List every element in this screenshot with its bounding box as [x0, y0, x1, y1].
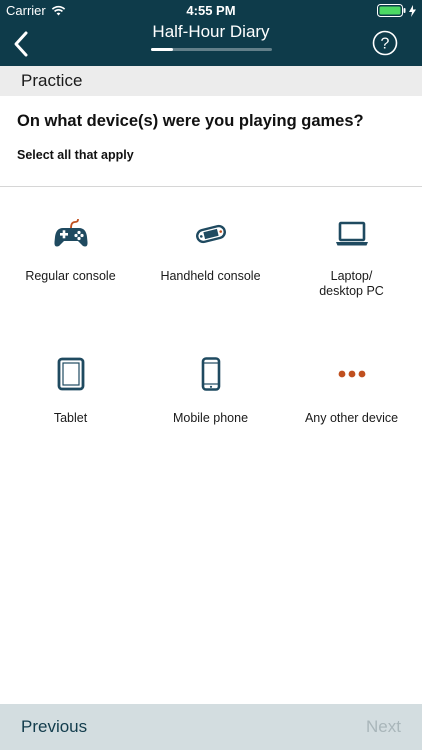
screen-title: Half-Hour Diary — [152, 22, 270, 41]
mobile-phone-icon — [201, 357, 220, 391]
gamepad-icon — [53, 219, 88, 247]
option-any-other-device[interactable]: Any other device — [281, 357, 422, 426]
option-label: Regular console — [25, 269, 116, 283]
option-laptop-desktop[interactable]: Laptop/ desktop PC — [281, 219, 422, 299]
charging-bolt-icon — [409, 4, 416, 17]
previous-button[interactable]: Previous — [21, 717, 87, 737]
top-bar: Carrier 4:55 PM Half-Hour Diary ? — [0, 0, 422, 66]
help-icon[interactable]: ? — [372, 30, 398, 56]
battery-icon — [377, 4, 416, 17]
option-tablet[interactable]: Tablet — [0, 357, 141, 426]
footer-bar: Previous Next — [0, 704, 422, 750]
question-instruction: Select all that apply — [17, 148, 134, 162]
question-text: On what device(s) were you playing games… — [17, 112, 364, 130]
option-mobile-phone[interactable]: Mobile phone — [140, 357, 281, 426]
option-label: Tablet — [53, 411, 88, 425]
option-label: Handheld console — [160, 269, 261, 283]
divider — [0, 186, 422, 187]
next-button[interactable]: Next — [366, 717, 401, 737]
tablet-icon — [57, 357, 84, 391]
laptop-icon — [335, 221, 368, 246]
section-header: Practice — [0, 66, 422, 96]
handheld-console-icon — [195, 224, 226, 244]
progress-fill — [151, 48, 173, 51]
more-dots-icon — [338, 370, 365, 378]
option-label: Mobile phone — [172, 411, 249, 425]
option-label: Any other device — [304, 411, 399, 425]
svg-text:?: ? — [381, 36, 390, 53]
option-label: Laptop/ desktop PC — [319, 269, 384, 298]
diary-progress-bar — [151, 48, 272, 51]
section-label: Practice — [21, 71, 83, 90]
option-handheld-console[interactable]: Handheld console — [140, 219, 281, 284]
option-regular-console[interactable]: Regular console — [0, 219, 141, 284]
navigation-bar: Half-Hour Diary ? — [0, 22, 422, 66]
status-bar: Carrier 4:55 PM — [0, 0, 422, 22]
status-time: 4:55 PM — [186, 3, 236, 18]
